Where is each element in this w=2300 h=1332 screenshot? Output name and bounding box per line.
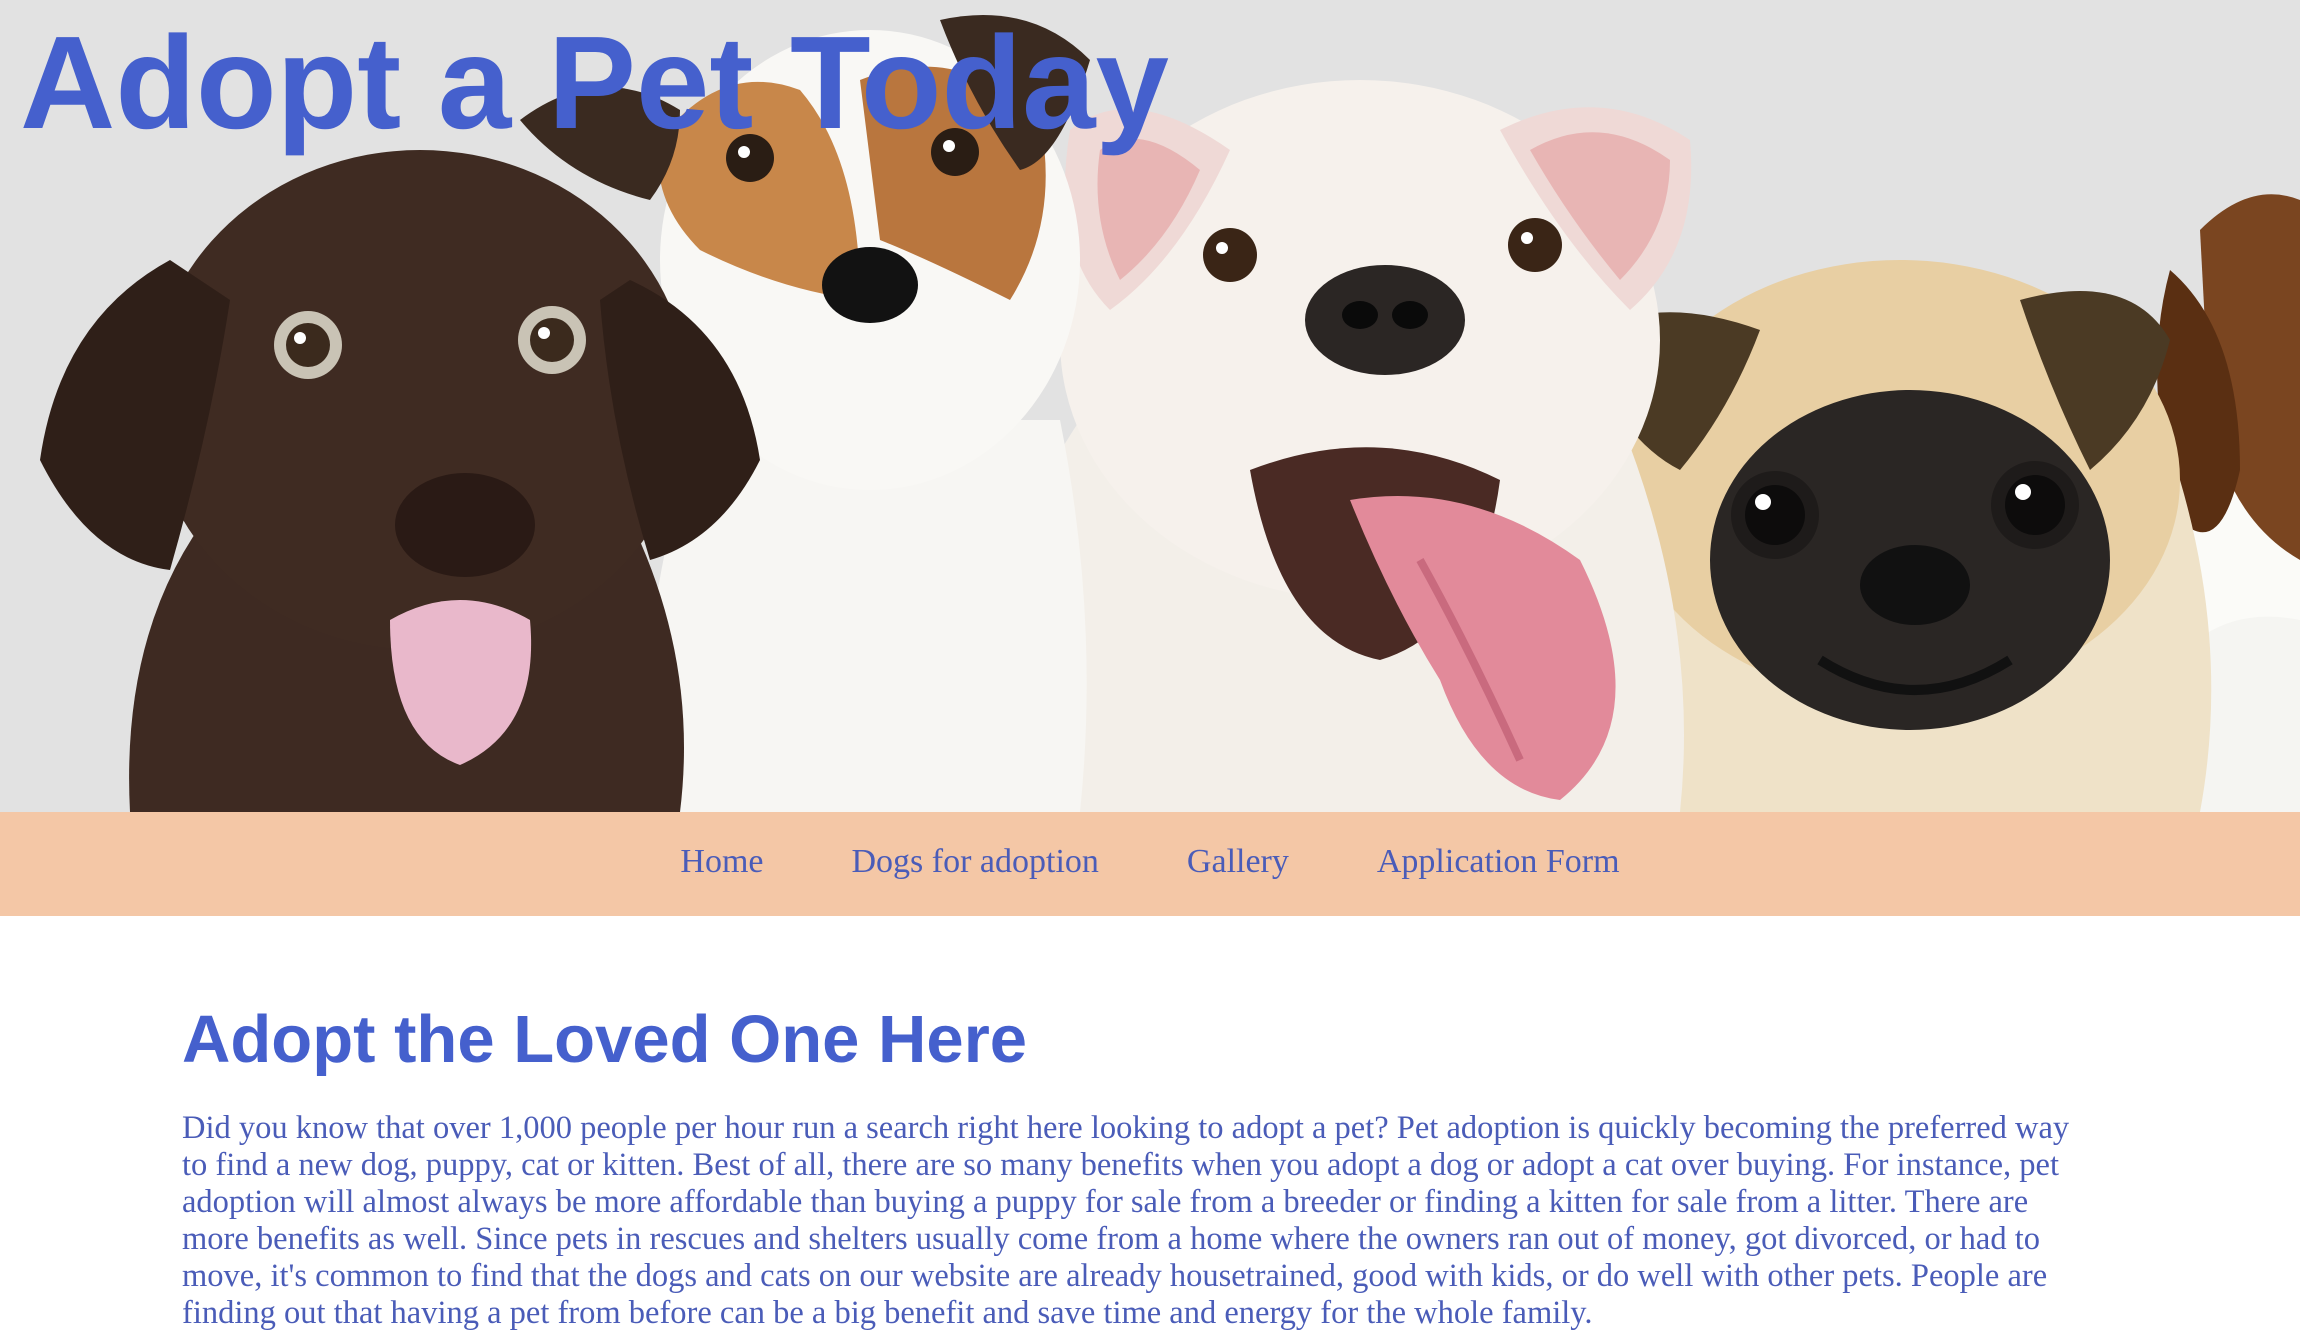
main-content: Adopt the Loved One Here Did you know th…	[182, 1000, 2102, 1332]
nav-link-gallery[interactable]: Gallery	[1187, 843, 1289, 885]
hero-banner: Adopt a Pet Today	[0, 0, 2300, 812]
intro-paragraph: Did you know that over 1,000 people per …	[182, 1110, 2070, 1331]
nav-link-dogs-for-adoption[interactable]: Dogs for adoption	[852, 843, 1099, 885]
nav-link-home[interactable]: Home	[680, 843, 763, 885]
nav-link-application-form[interactable]: Application Form	[1377, 843, 1620, 885]
section-heading: Adopt the Loved One Here	[182, 1002, 1028, 1077]
page-title: Adopt a Pet Today	[20, 9, 1169, 156]
main-nav: Home Dogs for adoption Gallery Applicati…	[0, 812, 2300, 916]
chocolate-lab-puppy	[40, 150, 760, 812]
